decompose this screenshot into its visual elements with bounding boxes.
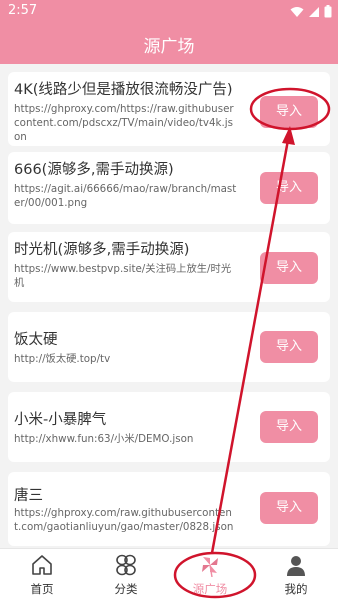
nav-home[interactable]: 首页 (0, 549, 84, 600)
status-bar: 2:57 (0, 0, 338, 24)
nav-category[interactable]: 分类 (84, 549, 168, 600)
status-time: 2:57 (8, 3, 38, 18)
source-list[interactable]: 4K(线路少但是播放很流畅没广告) https://ghproxy.com/ht… (0, 64, 338, 548)
import-button[interactable]: 导入 (260, 411, 318, 443)
source-url: http://xhww.fun:63/小米/DEMO.json (14, 433, 194, 445)
nav-category-label: 分类 (114, 582, 138, 596)
nav-source-plaza[interactable]: 源广场 (168, 549, 252, 600)
source-url: https://agit.ai/66666/mao/raw/branch/mas… (14, 183, 237, 209)
source-name: 小米-小暴脾气 (14, 412, 107, 428)
import-button[interactable]: 导入 (260, 492, 318, 524)
pinwheel-icon (202, 557, 218, 577)
source-card[interactable]: 666(源够多,需手动换源) https://agit.ai/66666/mao… (8, 152, 330, 224)
nav-mine[interactable]: 我的 (254, 549, 338, 600)
bottom-navigation: 首页 分类 源广场 我的 (0, 548, 338, 600)
battery-icon (324, 5, 332, 18)
nav-source-plaza-label: 源广场 (192, 582, 228, 596)
source-card[interactable]: 唐三 https://ghproxy.com/raw.githubusercon… (8, 472, 330, 546)
app-bar: 源广场 (0, 24, 338, 64)
source-card[interactable]: 时光机(源够多,需手动换源) https://www.bestpvp.site/… (8, 232, 330, 302)
source-name: 666(源够多,需手动换源) (14, 162, 174, 178)
source-url: https://ghproxy.com/https://raw.githubus… (14, 103, 234, 143)
user-icon (287, 556, 305, 576)
wifi-icon (290, 6, 304, 17)
nav-home-label: 首页 (30, 582, 54, 596)
import-button[interactable]: 导入 (260, 331, 318, 363)
import-button[interactable]: 导入 (260, 252, 318, 284)
source-name: 饭太硬 (14, 332, 58, 348)
import-button[interactable]: 导入 (260, 96, 318, 128)
source-url: https://www.bestpvp.site/关注码上放生/时光机 (14, 263, 232, 289)
source-card[interactable]: 小米-小暴脾气 http://xhww.fun:63/小米/DEMO.json … (8, 392, 330, 462)
signal-icon (309, 6, 319, 17)
source-name: 4K(线路少但是播放很流畅没广告) (14, 82, 233, 98)
source-url: http://饭太硬.top/tv (14, 353, 111, 365)
nav-mine-label: 我的 (284, 582, 308, 596)
category-icon (116, 554, 136, 576)
source-name: 唐三 (14, 488, 43, 504)
source-name: 时光机(源够多,需手动换源) (14, 242, 190, 258)
source-card[interactable]: 4K(线路少但是播放很流畅没广告) https://ghproxy.com/ht… (8, 72, 330, 146)
page-title: 源广场 (143, 37, 195, 57)
home-icon (32, 555, 52, 575)
import-button[interactable]: 导入 (260, 172, 318, 204)
source-url: https://ghproxy.com/raw.githubuserconten… (14, 507, 234, 533)
source-card[interactable]: 饭太硬 http://饭太硬.top/tv 导入 (8, 312, 330, 382)
